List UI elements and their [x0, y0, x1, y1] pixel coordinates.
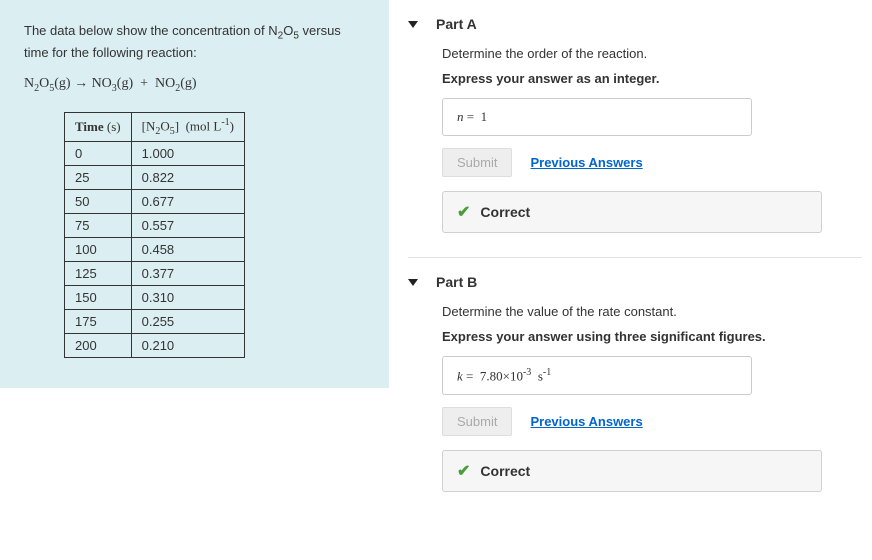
- part-a: Part A Determine the order of the reacti…: [408, 16, 862, 233]
- table-row: 2000.210: [65, 333, 245, 357]
- collapse-icon: [408, 279, 418, 286]
- table-row: 1750.255: [65, 309, 245, 333]
- part-b-submit-row: Submit Previous Answers: [442, 407, 862, 436]
- part-b-header[interactable]: Part B: [408, 274, 862, 290]
- submit-button[interactable]: Submit: [442, 407, 512, 436]
- check-icon: ✔: [457, 461, 470, 481]
- part-b-hint: Express your answer using three signific…: [442, 329, 862, 344]
- part-a-answer-box[interactable]: n = 1: [442, 98, 752, 136]
- data-table: Time (s) [N2O5] (mol L-1) 01.000 250.822…: [64, 112, 245, 358]
- divider: [408, 257, 862, 258]
- submit-button[interactable]: Submit: [442, 148, 512, 177]
- part-b-question: Determine the value of the rate constant…: [442, 304, 862, 319]
- answer-value: 7.80×10: [480, 368, 523, 383]
- table-row: 01.000: [65, 141, 245, 165]
- table-row: 1250.377: [65, 261, 245, 285]
- part-a-header[interactable]: Part A: [408, 16, 862, 32]
- col-conc-header: [N2O5] (mol L-1): [131, 112, 244, 141]
- problem-intro: The data below show the concentration of…: [24, 22, 365, 62]
- answer-equals: =: [467, 109, 474, 124]
- part-b-feedback: ✔ Correct: [442, 450, 822, 492]
- answer-value: 1: [481, 109, 488, 124]
- table-body: 01.000 250.822 500.677 750.557 1000.458 …: [65, 141, 245, 357]
- intro-prefix: The data below show the concentration of: [24, 23, 268, 38]
- part-a-title: Part A: [436, 16, 477, 32]
- previous-answers-link[interactable]: Previous Answers: [530, 155, 642, 170]
- feedback-text: Correct: [480, 463, 530, 479]
- part-a-submit-row: Submit Previous Answers: [442, 148, 862, 177]
- part-a-body: Determine the order of the reaction. Exp…: [408, 46, 862, 233]
- part-a-feedback: ✔ Correct: [442, 191, 822, 233]
- collapse-icon: [408, 21, 418, 28]
- answer-exp: -3: [523, 367, 531, 378]
- part-b-answer-box[interactable]: k = 7.80×10-3 s-1: [442, 356, 752, 395]
- answer-panel: Part A Determine the order of the reacti…: [390, 0, 872, 560]
- answer-unit-exp: -1: [543, 367, 551, 378]
- answer-equals: =: [466, 368, 473, 383]
- table-row: 750.557: [65, 213, 245, 237]
- check-icon: ✔: [457, 202, 470, 222]
- part-b-title: Part B: [436, 274, 477, 290]
- table-header-row: Time (s) [N2O5] (mol L-1): [65, 112, 245, 141]
- table-row: 1500.310: [65, 285, 245, 309]
- part-b: Part B Determine the value of the rate c…: [408, 274, 862, 492]
- answer-var: n: [457, 109, 464, 124]
- answer-var: k: [457, 368, 463, 383]
- part-a-hint: Express your answer as an integer.: [442, 71, 862, 86]
- table-row: 250.822: [65, 165, 245, 189]
- table-row: 1000.458: [65, 237, 245, 261]
- previous-answers-link[interactable]: Previous Answers: [530, 414, 642, 429]
- reaction-equation: N2O5(g) → NO3(g) + NO2(g): [24, 76, 365, 94]
- table-row: 500.677: [65, 189, 245, 213]
- part-a-question: Determine the order of the reaction.: [442, 46, 862, 61]
- problem-panel: The data below show the concentration of…: [0, 0, 390, 388]
- part-b-body: Determine the value of the rate constant…: [408, 304, 862, 492]
- feedback-text: Correct: [480, 204, 530, 220]
- col-time-header: Time (s): [65, 112, 132, 141]
